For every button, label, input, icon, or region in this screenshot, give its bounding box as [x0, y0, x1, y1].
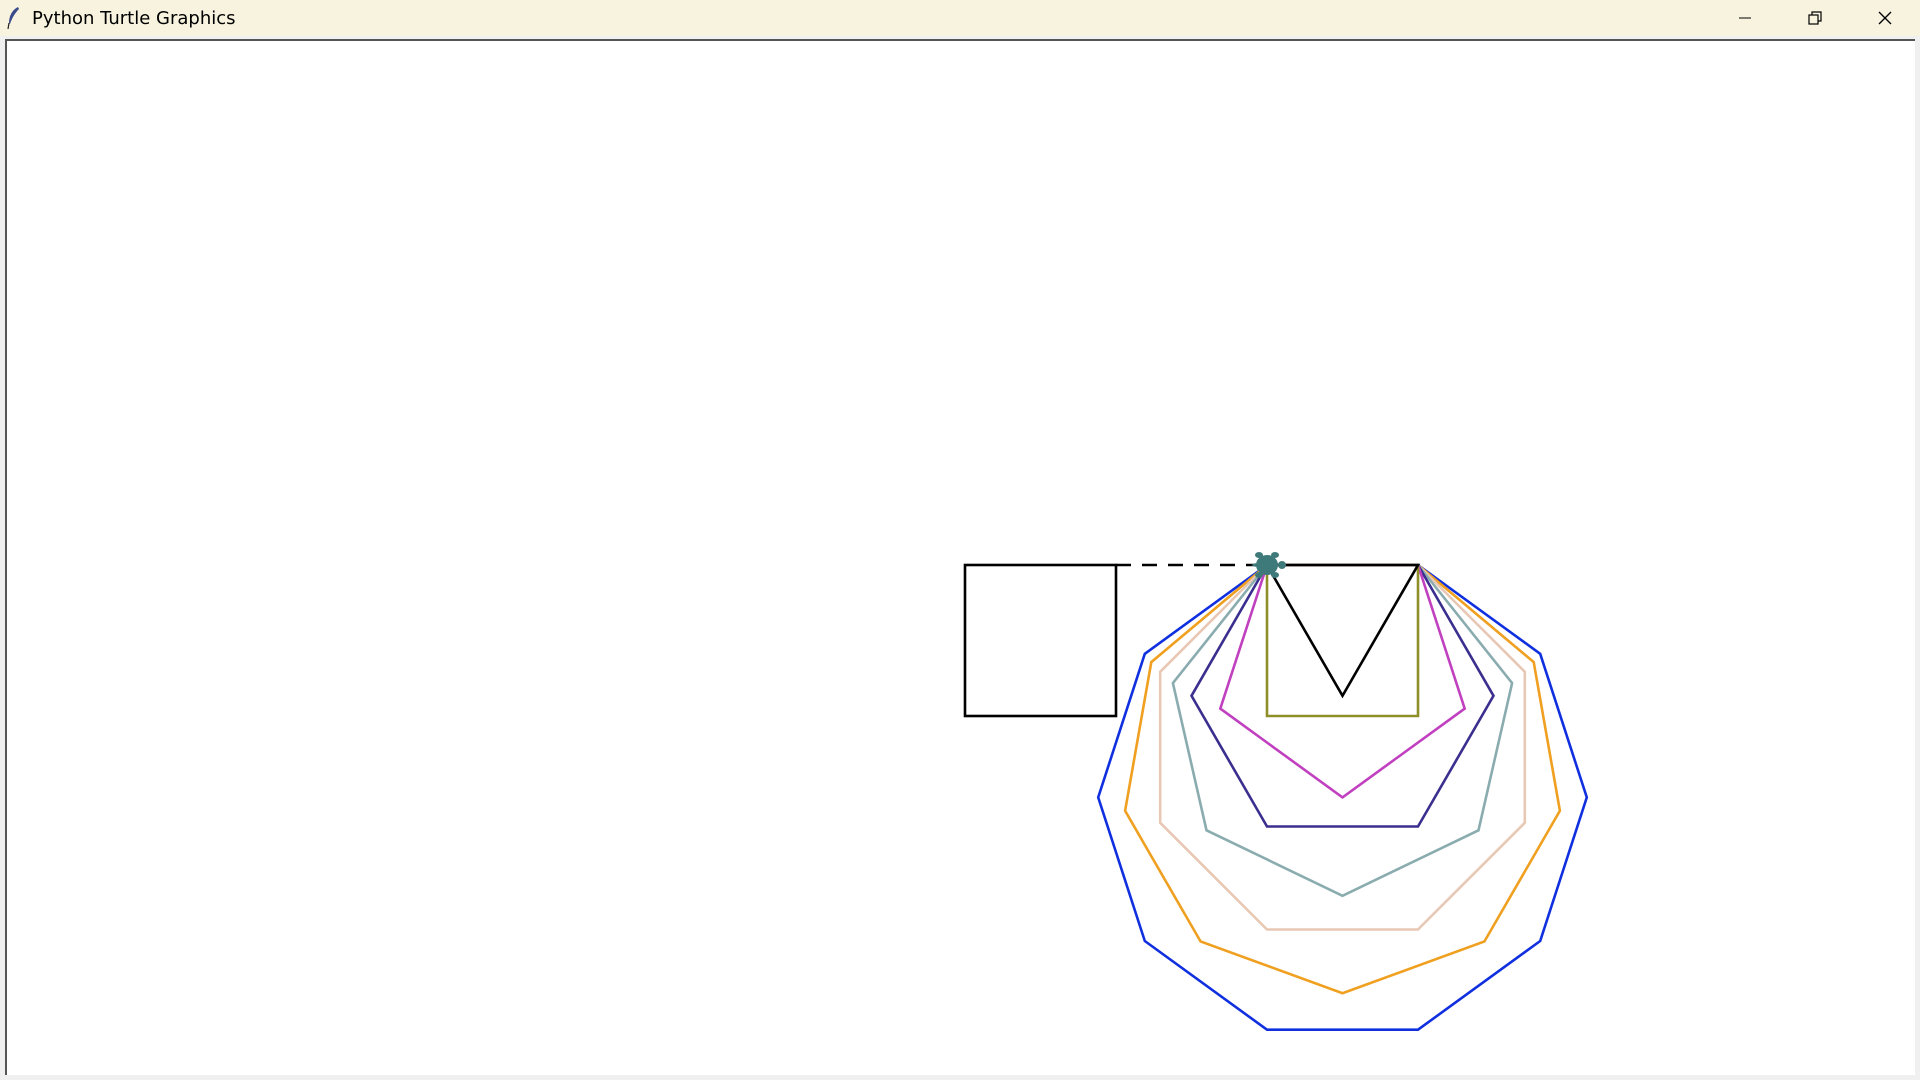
restore-icon [1808, 11, 1822, 25]
heptagon-polygon [1171, 563, 1514, 898]
minimize-icon [1739, 17, 1751, 19]
minimize-button[interactable] [1710, 0, 1780, 36]
turtle-canvas[interactable] [5, 39, 1915, 1075]
drawing-surface [963, 552, 1589, 1032]
triangle-polygon [1265, 563, 1421, 699]
turtle-window: Python Turtle Graphics [0, 0, 1920, 1080]
left-square-shape [963, 563, 1118, 718]
close-icon [1878, 11, 1892, 25]
window-controls [1710, 0, 1920, 36]
close-button[interactable] [1850, 0, 1920, 36]
restore-button[interactable] [1780, 0, 1850, 36]
title-bar[interactable]: Python Turtle Graphics [0, 0, 1920, 36]
feather-icon [7, 7, 19, 30]
octagon-polygon [1158, 563, 1527, 931]
turtle-cursor-icon [1251, 552, 1286, 578]
pentagon-polygon [1218, 563, 1467, 800]
window-title: Python Turtle Graphics [32, 7, 236, 29]
